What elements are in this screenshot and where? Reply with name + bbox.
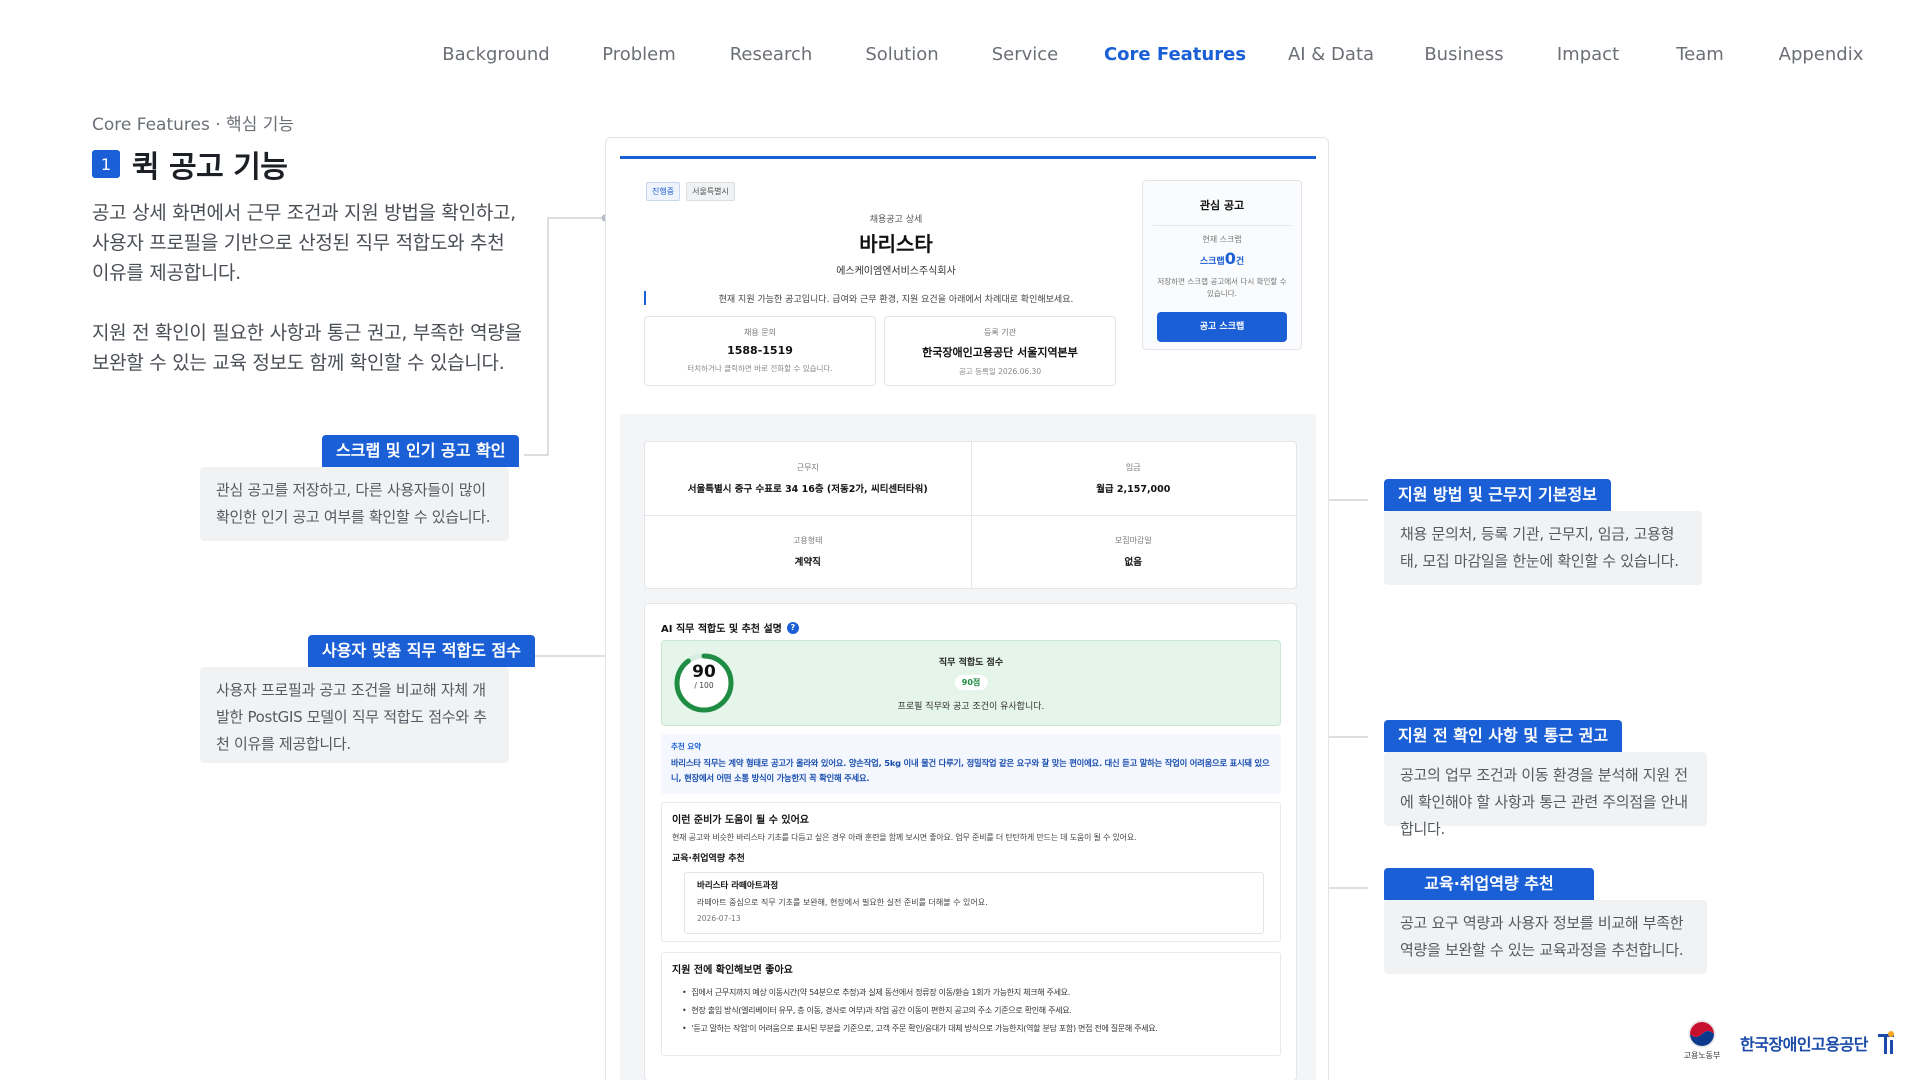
favorite-title: 관심 공고	[1199, 199, 1245, 212]
course-card[interactable]: 바리스타 라떼아트과정 라떼아트 중심으로 직무 기초를 보완해, 현장에서 필…	[684, 872, 1264, 934]
status-chip-active: 진행중	[646, 182, 681, 201]
posting-date: 공고 등록일 2026.06.30	[958, 367, 1042, 376]
check-item: 집에서 근무지까지 예상 이동시간(약 54분으로 추정)과 실제 동선에서 정…	[682, 984, 1270, 1002]
nav-solution[interactable]: Solution	[865, 44, 938, 65]
fit-score-max: / 100	[694, 681, 714, 690]
course-date: 2026-07-13	[697, 914, 741, 923]
kead-name: 한국장애인고용공단	[1740, 1035, 1868, 1054]
region-chip: 서울특별시	[686, 182, 735, 201]
job-detail-subtitle: 채용공고 상세	[869, 215, 923, 225]
favorite-divider	[1153, 225, 1291, 226]
agency-label: 등록 기관	[984, 328, 1016, 337]
help-icon[interactable]: ?	[786, 621, 799, 634]
moel-emblem-icon	[1688, 1020, 1716, 1048]
prep-section: 이런 준비가 도움이 될 수 있어요 현재 공고와 비슷한 바리스타 기초를 다…	[661, 802, 1281, 942]
job-title: 바리스타	[859, 232, 933, 256]
scrap-count-value: 0	[1224, 249, 1236, 268]
deadline-value: 없음	[1124, 557, 1142, 568]
top-nav: Background Problem Research Solution Ser…	[0, 44, 1920, 74]
nav-research[interactable]: Research	[730, 44, 813, 65]
moel-logo: 고용노동부	[1672, 1020, 1732, 1061]
workplace-cell: 근무지 서울특별시 중구 수표로 34 16층 (저동2가, 씨티센터타워)	[645, 442, 971, 515]
ai-fit-title: AI 직무 적합도 및 추천 설명 ?	[661, 620, 799, 635]
favorite-desc: 저장하면 스크랩 공고에서 다시 확인할 수 있습니다.	[1157, 277, 1287, 298]
nav-appendix[interactable]: Appendix	[1779, 44, 1864, 65]
employment-type-cell: 고용형태 계약직	[645, 515, 971, 588]
nav-team[interactable]: Team	[1676, 44, 1724, 65]
favorite-panel: 관심 공고 현재 스크랩 스크랩0건 저장하면 스크랩 공고에서 다시 확인할 …	[1142, 180, 1302, 350]
recommend-summary: 추천 요약 바리스타 직무는 계약 형태로 공고가 올라와 있어요. 양손작업,…	[661, 734, 1281, 794]
status-chips: 진행중 서울특별시	[646, 182, 735, 201]
fit-score-label: 직무 적합도 점수	[938, 658, 1004, 668]
callout-edu-tag: 교육·취업역량 추천	[1384, 868, 1594, 900]
edu-title: 교육·취업역량 추천	[672, 854, 745, 864]
nav-business[interactable]: Business	[1424, 44, 1503, 65]
agency-box: 등록 기관 한국장애인고용공단 서울지역본부 공고 등록일 2026.06.30	[884, 316, 1116, 386]
course-name: 바리스타 라떼아트과정	[697, 881, 779, 891]
current-scrap-label: 현재 스크랩	[1202, 235, 1242, 244]
wage-value: 월급 2,157,000	[1096, 484, 1171, 495]
ai-fit-card: AI 직무 적합도 및 추천 설명 ? 90 / 100 직무 적합도 점수 9…	[644, 603, 1297, 1080]
page-title: 퀵 공고 기능	[132, 150, 288, 185]
contact-phone[interactable]: 1588-1519	[645, 344, 875, 357]
contact-box[interactable]: 채용 문의 1588-1519 터치하거나 클릭하면 바로 전화할 수 있습니다…	[644, 316, 876, 386]
callout-apply-body: 채용 문의처, 등록 기관, 근무지, 임금, 고용형태, 모집 마감일을 한눈…	[1384, 511, 1702, 585]
contact-label: 채용 문의	[744, 328, 776, 337]
intro-paragraph-1: 공고 상세 화면에서 근무 조건과 지원 방법을 확인하고, 사용자 프로필을 …	[92, 202, 516, 284]
fit-score-badge: 90점	[954, 675, 988, 690]
nav-service[interactable]: Service	[992, 44, 1059, 65]
nav-problem[interactable]: Problem	[602, 44, 676, 65]
nav-core-features[interactable]: Core Features	[1104, 44, 1246, 65]
employment-type-value: 계약직	[794, 557, 821, 568]
company-name: 에스케이엠엔서비스주식회사	[836, 266, 956, 277]
availability-notice: 현재 지원 가능한 공고입니다. 급여와 근무 환경, 지원 요건을 아래에서 …	[718, 295, 1074, 305]
callout-apply-tag: 지원 방법 및 근무지 기본정보	[1384, 479, 1611, 511]
agency-name: 한국장애인고용공단 서울지역본부	[922, 346, 1078, 359]
callout-fit-body: 사용자 프로필과 공고 조건을 비교해 자체 개발한 PostGIS 모델이 직…	[200, 667, 509, 763]
callout-fit-tag: 사용자 맞춤 직무 적합도 점수	[308, 635, 535, 667]
moel-name: 고용노동부	[1683, 1051, 1721, 1060]
course-desc: 라떼아트 중심으로 직무 기초를 보완해, 현장에서 필요한 실전 준비를 더해…	[697, 898, 988, 907]
check-list: 집에서 근무지까지 예상 이동시간(약 54분으로 추정)과 실제 동선에서 정…	[672, 984, 1270, 1038]
job-info-grid: 근무지 서울특별시 중구 수표로 34 16층 (저동2가, 씨티센터타워) 임…	[644, 441, 1297, 589]
pre-apply-check-section: 지원 전에 확인해보면 좋아요 집에서 근무지까지 예상 이동시간(약 54분으…	[661, 952, 1281, 1056]
fit-score-desc: 프로필 직무와 공고 조건이 유사합니다.	[897, 702, 1045, 712]
prep-text: 현재 공고와 비슷한 바리스타 기초를 다듬고 싶은 경우 아래 훈련을 함께 …	[672, 833, 1137, 842]
kead-symbol-icon	[1877, 1031, 1894, 1054]
contact-hint: 터치하거나 클릭하면 바로 전화할 수 있습니다.	[687, 364, 833, 373]
deadline-cell: 모집마감일 없음	[971, 515, 1297, 588]
callout-commute-body: 공고의 업무 조건과 이동 환경을 분석해 지원 전에 확인해야 할 사항과 통…	[1384, 752, 1707, 838]
nav-impact[interactable]: Impact	[1557, 44, 1619, 65]
check-item: 현장 출입 방식(엘리베이터 유무, 층 이동, 경사로 여부)과 작업 공간 …	[682, 1002, 1270, 1020]
workplace-value: 서울특별시 중구 수표로 34 16층 (저동2가, 씨티센터타워)	[687, 484, 928, 495]
check-title: 지원 전에 확인해보면 좋아요	[672, 965, 793, 976]
fit-score-box: 90 / 100 직무 적합도 점수 90점 프로필 직무와 공고 조건이 유사…	[661, 640, 1281, 726]
nav-background[interactable]: Background	[442, 44, 549, 65]
callout-commute-tag: 지원 전 확인 사항 및 통근 권고	[1384, 720, 1623, 752]
accent-line	[620, 156, 1316, 159]
scrap-count: 스크랩0건	[1199, 249, 1245, 268]
job-detail-screenshot: 진행중 서울특별시 채용공고 상세 바리스타 에스케이엠엔서비스주식회사 현재 …	[605, 137, 1329, 1080]
breadcrumb: Core Features · 핵심 기능	[92, 115, 295, 135]
callout-scrap-body: 관심 공고를 저장하고, 다른 사용자들이 많이 확인한 인기 공고 여부를 확…	[200, 467, 509, 541]
section-number-badge: 1	[92, 150, 120, 178]
check-item: '듣고 말하는 작업'이 어려움으로 표시된 부분을 기준으로, 고객 주문 확…	[682, 1020, 1270, 1038]
nav-ai-data[interactable]: AI & Data	[1288, 44, 1374, 65]
intro-paragraph-2: 지원 전 확인이 필요한 사항과 통근 권고, 부족한 역량을 보완할 수 있는…	[92, 322, 522, 374]
page-title-row: 1 퀵 공고 기능	[92, 142, 288, 186]
summary-label: 추천 요약	[671, 742, 702, 751]
scrap-button[interactable]: 공고 스크랩	[1157, 312, 1287, 342]
kead-logo: 한국장애인고용공단	[1740, 1030, 1898, 1056]
notice-accent-bar	[644, 291, 646, 305]
callout-edu-body: 공고 요구 역량과 사용자 정보를 비교해 부족한 역량을 보완할 수 있는 교…	[1384, 900, 1707, 974]
wage-cell: 임금 월급 2,157,000	[971, 442, 1297, 515]
summary-text: 바리스타 직무는 계약 형태로 공고가 올라와 있어요. 양손작업, 5kg 이…	[671, 758, 1270, 783]
callout-scrap-tag: 스크랩 및 인기 공고 확인	[322, 435, 520, 467]
prep-title: 이런 준비가 도움이 될 수 있어요	[672, 815, 810, 826]
